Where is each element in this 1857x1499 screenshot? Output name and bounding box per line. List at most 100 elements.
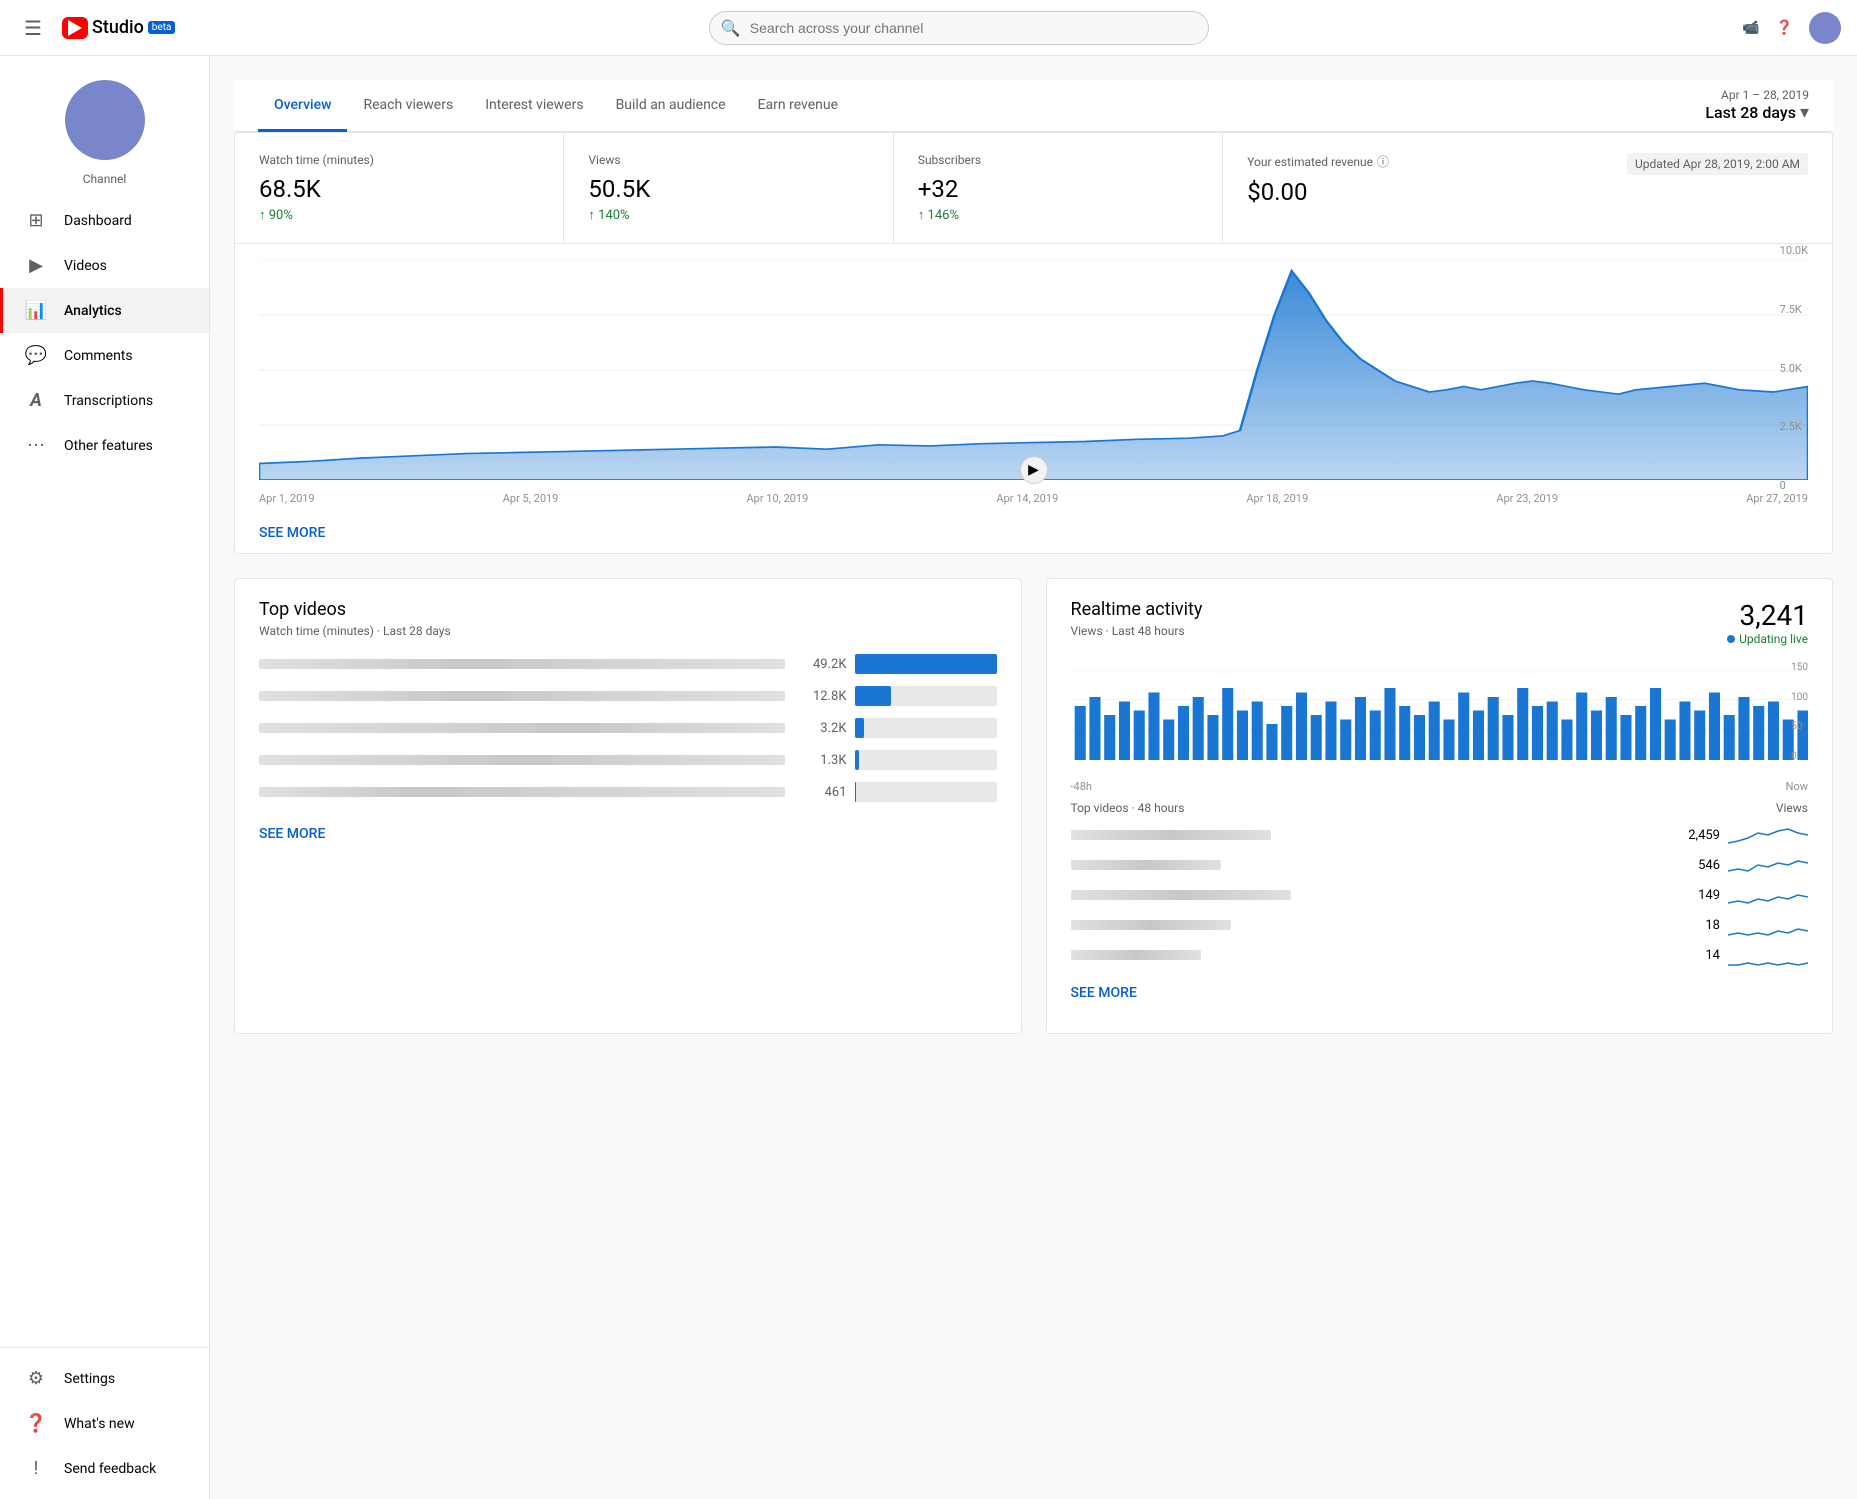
- updating-label: Updating live: [1739, 632, 1808, 646]
- video-bar-fill: [855, 686, 892, 706]
- sidebar: Channel ⊞ Dashboard ▶ Videos 📊 Analytics…: [0, 56, 210, 1499]
- sidebar-item-analytics[interactable]: 📊 Analytics: [0, 288, 209, 333]
- metric-watch-time-change: 90%: [259, 207, 539, 223]
- rt-video-count: 149: [1680, 888, 1720, 903]
- whats-new-icon: ❓: [24, 1413, 48, 1434]
- metric-views: Views 50.5K 140%: [564, 133, 893, 243]
- rt-sparkline: [1728, 883, 1808, 907]
- beta-badge: beta: [148, 21, 176, 34]
- logo: Studio beta: [62, 17, 176, 39]
- x-label-4: Apr 14, 2019: [996, 492, 1058, 505]
- sidebar-item-transcriptions[interactable]: A Transcriptions: [0, 378, 209, 423]
- rt-row-right: 546: [1680, 853, 1808, 877]
- tab-earn-revenue[interactable]: Earn revenue: [742, 81, 854, 132]
- y-label-10k: 10.0K: [1780, 244, 1808, 257]
- rt-section-title: Top videos · 48 hours Views: [1071, 801, 1809, 815]
- updated-badge: Updated Apr 28, 2019, 2:00 AM: [1627, 153, 1808, 175]
- hamburger-menu[interactable]: ☰: [16, 8, 50, 48]
- tab-overview[interactable]: Overview: [258, 81, 347, 132]
- sidebar-item-label: Comments: [64, 348, 133, 364]
- bottom-row: Top videos Watch time (minutes) · Last 2…: [234, 578, 1833, 1034]
- sidebar-item-dashboard[interactable]: ⊞ Dashboard: [0, 198, 209, 243]
- video-count: 12.8K: [797, 689, 847, 704]
- yt-play-icon: [68, 20, 82, 36]
- sidebar-item-label: Videos: [64, 258, 107, 274]
- x-label-7: Apr 27, 2019: [1746, 492, 1808, 505]
- video-bar-container: 3.2K: [797, 718, 997, 738]
- transcriptions-icon: A: [24, 390, 48, 411]
- rt-video-count: 2,459: [1680, 828, 1720, 843]
- updating-dot: [1727, 635, 1735, 643]
- tab-build-audience[interactable]: Build an audience: [600, 81, 742, 132]
- search-input[interactable]: [709, 11, 1209, 45]
- realtime-title: Realtime activity: [1071, 599, 1203, 620]
- sidebar-item-send-feedback[interactable]: ! Send feedback: [0, 1446, 209, 1491]
- info-icon[interactable]: ⓘ: [1377, 153, 1389, 170]
- rt-video-title-placeholder: [1071, 830, 1271, 840]
- x-label-3: Apr 10, 2019: [747, 492, 809, 505]
- list-item: 14: [1071, 943, 1809, 967]
- video-bar-container: 461: [797, 782, 997, 802]
- top-videos-see-more[interactable]: SEE MORE: [259, 814, 997, 854]
- channel-avatar[interactable]: [65, 80, 145, 160]
- rt-row-right: 14: [1680, 943, 1808, 967]
- analytics-icon: 📊: [24, 300, 48, 321]
- rt-time-start: -48h: [1071, 780, 1092, 793]
- metric-revenue: Your estimated revenue ⓘ $0.00 Updated A…: [1223, 133, 1832, 243]
- chart-area: 10.0K 7.5K 5.0K 2.5K 0 ▶: [235, 244, 1832, 492]
- sidebar-item-settings[interactable]: ⚙ Settings: [0, 1356, 209, 1401]
- video-bar-container: 49.2K: [797, 654, 997, 674]
- search-icon: 🔍: [721, 18, 741, 37]
- avatar[interactable]: [1809, 12, 1841, 44]
- video-count: 49.2K: [797, 657, 847, 672]
- sidebar-item-videos[interactable]: ▶ Videos: [0, 243, 209, 288]
- x-label-5: Apr 18, 2019: [1246, 492, 1308, 505]
- realtime-see-more[interactable]: SEE MORE: [1071, 973, 1809, 1013]
- analytics-tabs: Overview Reach viewers Interest viewers …: [234, 80, 1833, 132]
- video-title-placeholder: [259, 691, 785, 701]
- date-selector[interactable]: Apr 1 – 28, 2019 Last 28 days ▾: [1705, 80, 1809, 131]
- videos-icon: ▶: [24, 255, 48, 276]
- overview-see-more[interactable]: SEE MORE: [235, 513, 1832, 553]
- rt-row-right: 149: [1680, 883, 1808, 907]
- sidebar-item-label: Other features: [64, 438, 153, 454]
- metrics-row: Watch time (minutes) 68.5K 90% Views 50.…: [235, 133, 1832, 244]
- y-label-50k: 5.0K: [1780, 362, 1808, 375]
- tab-interest-viewers[interactable]: Interest viewers: [469, 81, 599, 132]
- video-count: 1.3K: [797, 753, 847, 768]
- feedback-icon: !: [24, 1458, 48, 1479]
- chart-play-button[interactable]: ▶: [1020, 456, 1048, 484]
- video-title-placeholder: [259, 723, 785, 733]
- video-count: 461: [797, 785, 847, 800]
- rt-video-count: 14: [1680, 948, 1720, 963]
- sidebar-item-comments[interactable]: 💬 Comments: [0, 333, 209, 378]
- table-row: 1.3K: [259, 750, 997, 770]
- tab-reach-viewers[interactable]: Reach viewers: [347, 81, 469, 132]
- comments-icon: 💬: [24, 345, 48, 366]
- metric-views-change: 140%: [588, 207, 868, 223]
- video-bar-fill: [855, 654, 997, 674]
- rt-time-end: Now: [1786, 780, 1808, 793]
- settings-icon: ⚙: [24, 1368, 48, 1389]
- metric-watch-time-label: Watch time (minutes): [259, 153, 539, 167]
- top-videos-subtitle: Watch time (minutes) · Last 28 days: [259, 624, 997, 638]
- video-bar-fill: [855, 782, 856, 802]
- sidebar-item-other-features[interactable]: ⋯ Other features: [0, 423, 209, 468]
- sidebar-item-whats-new[interactable]: ❓ What's new: [0, 1401, 209, 1446]
- metric-subscribers: Subscribers +32 146%: [894, 133, 1223, 243]
- x-label-6: Apr 23, 2019: [1496, 492, 1558, 505]
- main-content: Overview Reach viewers Interest viewers …: [210, 56, 1857, 1058]
- table-row: 12.8K: [259, 686, 997, 706]
- rt-sparkline: [1728, 853, 1808, 877]
- chart-x-labels: Apr 1, 2019 Apr 5, 2019 Apr 10, 2019 Apr…: [235, 492, 1832, 513]
- rt-row-right: 2,459: [1680, 823, 1808, 847]
- video-bar-bg: [855, 750, 997, 770]
- help-icon[interactable]: ❓: [1776, 20, 1793, 36]
- rt-time-labels: -48h Now: [1071, 780, 1809, 793]
- dashboard-icon: ⊞: [24, 210, 48, 231]
- rt-views-label: Views: [1776, 801, 1808, 815]
- create-icon[interactable]: 📹: [1742, 20, 1759, 36]
- sidebar-channel: Channel: [0, 56, 209, 198]
- overview-section: Watch time (minutes) 68.5K 90% Views 50.…: [234, 132, 1833, 554]
- rt-y-label-50: 50: [1791, 721, 1808, 732]
